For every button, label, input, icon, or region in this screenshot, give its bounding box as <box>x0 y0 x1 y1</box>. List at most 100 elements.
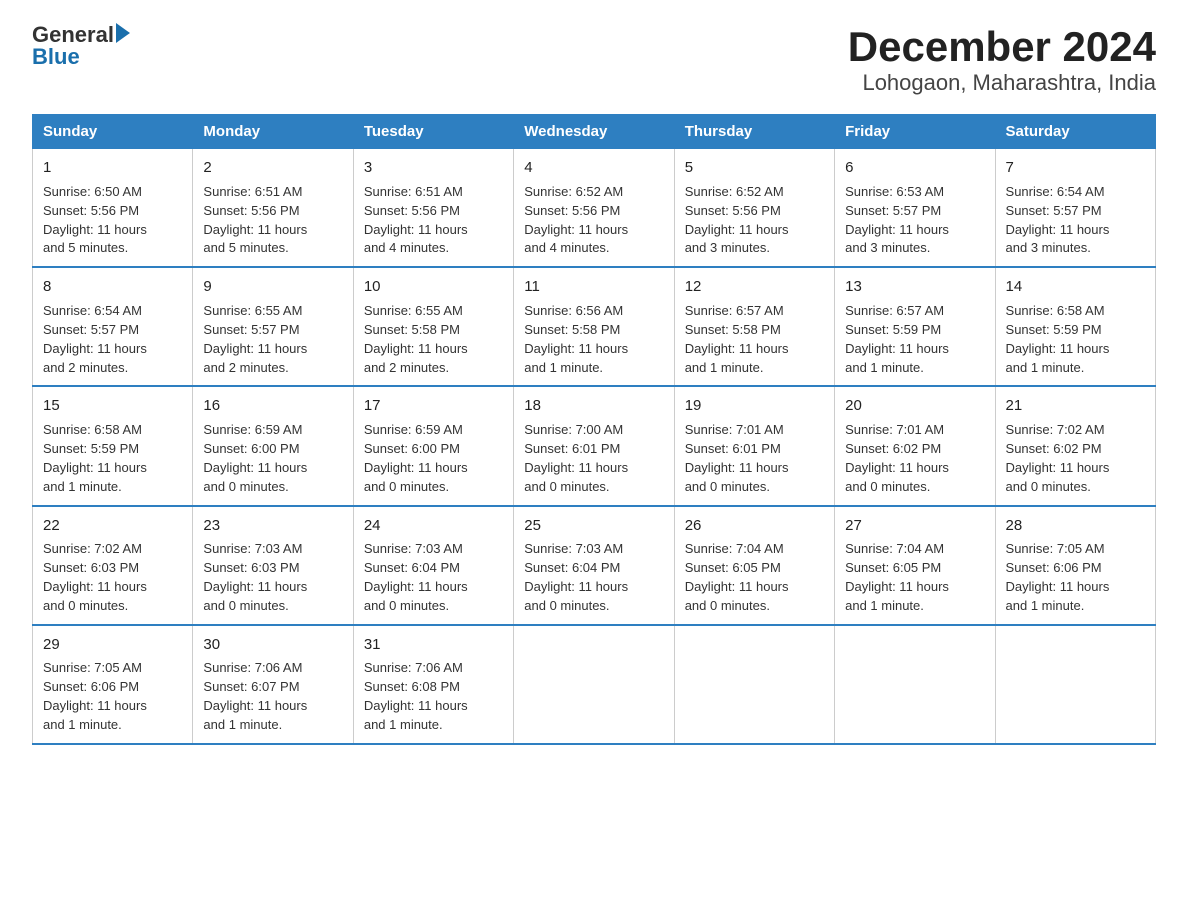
day-number: 15 <box>43 395 182 417</box>
week-row-4: 22Sunrise: 7:02 AMSunset: 6:03 PMDayligh… <box>33 506 1156 625</box>
calendar-cell <box>514 625 674 744</box>
day-info: Sunrise: 6:54 AM <box>43 302 182 321</box>
day-info: Sunrise: 6:58 AM <box>43 421 182 440</box>
header-monday: Monday <box>193 115 353 149</box>
day-number: 21 <box>1006 395 1145 417</box>
day-info: Daylight: 11 hours <box>845 340 984 359</box>
day-info: and 1 minute. <box>364 716 503 735</box>
day-info: Sunset: 6:08 PM <box>364 678 503 697</box>
day-info: Sunset: 6:01 PM <box>685 440 824 459</box>
day-info: and 5 minutes. <box>43 239 182 258</box>
day-info: Daylight: 11 hours <box>203 578 342 597</box>
day-info: Sunset: 5:57 PM <box>845 202 984 221</box>
day-info: Daylight: 11 hours <box>845 459 984 478</box>
calendar-cell: 25Sunrise: 7:03 AMSunset: 6:04 PMDayligh… <box>514 506 674 625</box>
day-number: 22 <box>43 515 182 537</box>
day-info: Daylight: 11 hours <box>43 459 182 478</box>
day-info: Daylight: 11 hours <box>685 578 824 597</box>
day-info: and 5 minutes. <box>203 239 342 258</box>
day-info: Daylight: 11 hours <box>524 221 663 240</box>
calendar-cell: 7Sunrise: 6:54 AMSunset: 5:57 PMDaylight… <box>995 149 1155 268</box>
day-info: Sunset: 6:05 PM <box>845 559 984 578</box>
day-info: Sunrise: 6:59 AM <box>364 421 503 440</box>
calendar-cell: 31Sunrise: 7:06 AMSunset: 6:08 PMDayligh… <box>353 625 513 744</box>
calendar-subtitle: Lohogaon, Maharashtra, India <box>848 70 1156 96</box>
header-friday: Friday <box>835 115 995 149</box>
logo-blue-text: Blue <box>32 46 80 68</box>
day-number: 24 <box>364 515 503 537</box>
day-info: and 4 minutes. <box>524 239 663 258</box>
day-info: Sunrise: 7:04 AM <box>845 540 984 559</box>
calendar-header-row: SundayMondayTuesdayWednesdayThursdayFrid… <box>33 115 1156 149</box>
day-info: and 2 minutes. <box>364 359 503 378</box>
day-info: Sunset: 5:56 PM <box>524 202 663 221</box>
day-info: Daylight: 11 hours <box>43 578 182 597</box>
day-number: 3 <box>364 157 503 179</box>
day-info: and 1 minute. <box>685 359 824 378</box>
day-number: 1 <box>43 157 182 179</box>
calendar-title: December 2024 <box>848 24 1156 70</box>
day-info: Daylight: 11 hours <box>685 459 824 478</box>
day-info: Sunset: 5:57 PM <box>43 321 182 340</box>
day-info: Sunrise: 6:55 AM <box>203 302 342 321</box>
calendar-cell: 30Sunrise: 7:06 AMSunset: 6:07 PMDayligh… <box>193 625 353 744</box>
day-info: and 1 minute. <box>1006 359 1145 378</box>
day-info: Sunrise: 6:57 AM <box>685 302 824 321</box>
day-info: Sunrise: 6:54 AM <box>1006 183 1145 202</box>
day-number: 20 <box>845 395 984 417</box>
day-info: Sunset: 6:04 PM <box>364 559 503 578</box>
title-block: December 2024 Lohogaon, Maharashtra, Ind… <box>848 24 1156 96</box>
day-info: Sunrise: 6:56 AM <box>524 302 663 321</box>
day-info: Sunrise: 6:57 AM <box>845 302 984 321</box>
day-info: and 0 minutes. <box>203 478 342 497</box>
day-info: Sunset: 5:58 PM <box>524 321 663 340</box>
day-info: Sunset: 5:58 PM <box>364 321 503 340</box>
day-info: Daylight: 11 hours <box>364 340 503 359</box>
day-number: 17 <box>364 395 503 417</box>
day-number: 25 <box>524 515 663 537</box>
calendar-cell: 12Sunrise: 6:57 AMSunset: 5:58 PMDayligh… <box>674 267 834 386</box>
day-info: Sunrise: 6:52 AM <box>685 183 824 202</box>
calendar-cell: 22Sunrise: 7:02 AMSunset: 6:03 PMDayligh… <box>33 506 193 625</box>
day-info: Sunset: 5:58 PM <box>685 321 824 340</box>
day-info: Sunrise: 7:02 AM <box>1006 421 1145 440</box>
day-info: Sunrise: 7:05 AM <box>43 659 182 678</box>
calendar-cell: 24Sunrise: 7:03 AMSunset: 6:04 PMDayligh… <box>353 506 513 625</box>
day-number: 9 <box>203 276 342 298</box>
day-info: and 3 minutes. <box>845 239 984 258</box>
day-number: 23 <box>203 515 342 537</box>
calendar-cell <box>835 625 995 744</box>
day-info: Sunset: 6:07 PM <box>203 678 342 697</box>
calendar-cell: 4 Sunrise: 6:52 AMSunset: 5:56 PMDaylight… <box>514 149 674 268</box>
day-number: 6 <box>845 157 984 179</box>
day-number: 29 <box>43 634 182 656</box>
day-number: 19 <box>685 395 824 417</box>
day-info: Sunrise: 7:06 AM <box>364 659 503 678</box>
day-number: 11 <box>524 276 663 298</box>
day-info: and 2 minutes. <box>43 359 182 378</box>
day-info: Sunrise: 7:05 AM <box>1006 540 1145 559</box>
day-info: Sunrise: 6:52 AM <box>524 183 663 202</box>
week-row-2: 8Sunrise: 6:54 AMSunset: 5:57 PMDaylight… <box>33 267 1156 386</box>
day-info: Sunset: 6:00 PM <box>203 440 342 459</box>
day-number: 13 <box>845 276 984 298</box>
day-info: and 0 minutes. <box>364 478 503 497</box>
calendar-cell: 16Sunrise: 6:59 AMSunset: 6:00 PMDayligh… <box>193 386 353 505</box>
calendar-cell: 11Sunrise: 6:56 AMSunset: 5:58 PMDayligh… <box>514 267 674 386</box>
day-number: 12 <box>685 276 824 298</box>
calendar-cell: 2Sunrise: 6:51 AMSunset: 5:56 PMDaylight… <box>193 149 353 268</box>
day-info: Sunset: 6:01 PM <box>524 440 663 459</box>
day-info: Sunset: 6:02 PM <box>845 440 984 459</box>
header-wednesday: Wednesday <box>514 115 674 149</box>
day-number: 27 <box>845 515 984 537</box>
day-number: 30 <box>203 634 342 656</box>
header-tuesday: Tuesday <box>353 115 513 149</box>
calendar-cell: 9Sunrise: 6:55 AMSunset: 5:57 PMDaylight… <box>193 267 353 386</box>
calendar-cell: 29Sunrise: 7:05 AMSunset: 6:06 PMDayligh… <box>33 625 193 744</box>
day-number: 4 <box>524 157 663 179</box>
calendar-cell: 13Sunrise: 6:57 AMSunset: 5:59 PMDayligh… <box>835 267 995 386</box>
header-saturday: Saturday <box>995 115 1155 149</box>
day-info: Sunset: 5:56 PM <box>685 202 824 221</box>
day-info: Daylight: 11 hours <box>203 697 342 716</box>
day-info: Sunset: 6:06 PM <box>1006 559 1145 578</box>
